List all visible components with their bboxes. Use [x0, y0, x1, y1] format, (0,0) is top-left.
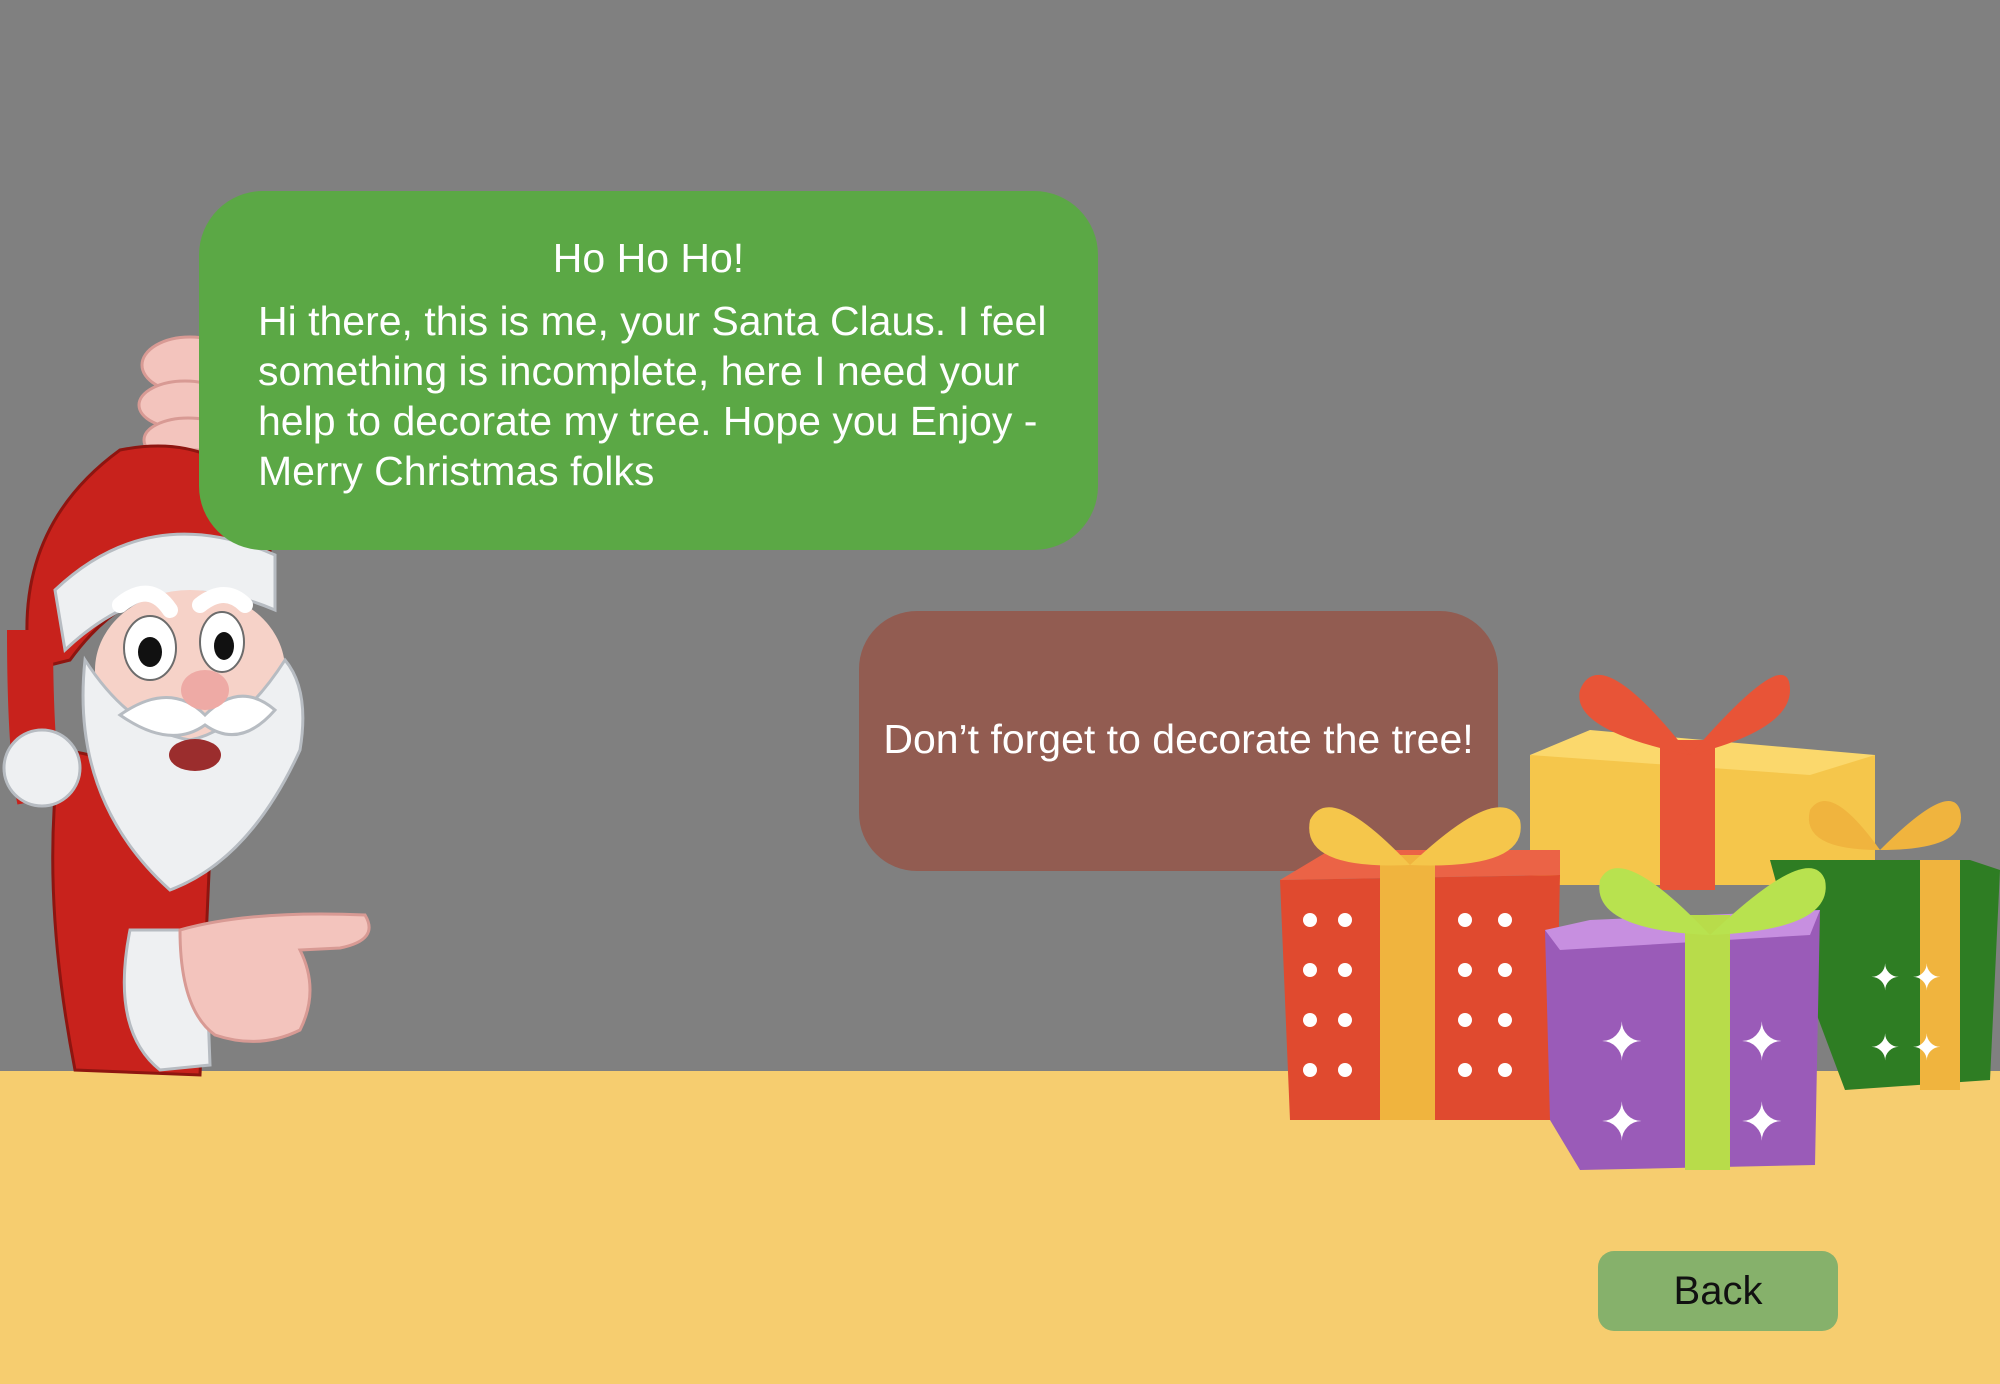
game-scene: Ho Ho Ho! Hi there, this is me, your San… [0, 0, 2000, 1384]
speech-message: Hi there, this is me, your Santa Claus. … [258, 298, 1047, 494]
svg-text:✦: ✦ [1600, 1093, 1644, 1153]
gift-red-polka [1280, 807, 1560, 1120]
svg-text:✦ ✦: ✦ ✦ [1870, 1028, 1942, 1069]
santa-speech-bubble: Ho Ho Ho! Hi there, this is me, your San… [199, 191, 1098, 550]
santa-pointing-hand [122, 912, 371, 1072]
gift-boxes-illustration: ✦ ✦ ✦ ✦ ✦ ✦ ✦ ✦ [1280, 674, 2000, 1170]
speech-title: Ho Ho Ho! [552, 235, 745, 281]
svg-text:✦: ✦ [1740, 1093, 1784, 1153]
svg-text:✦ ✦: ✦ ✦ [1870, 958, 1942, 999]
back-button[interactable]: Back [1598, 1251, 1838, 1331]
gift-yellow [1530, 674, 1875, 890]
svg-text:✦: ✦ [1740, 1013, 1784, 1073]
gift-purple: ✦ ✦ ✦ ✦ [1545, 868, 1826, 1170]
svg-text:✦: ✦ [1600, 1013, 1644, 1073]
